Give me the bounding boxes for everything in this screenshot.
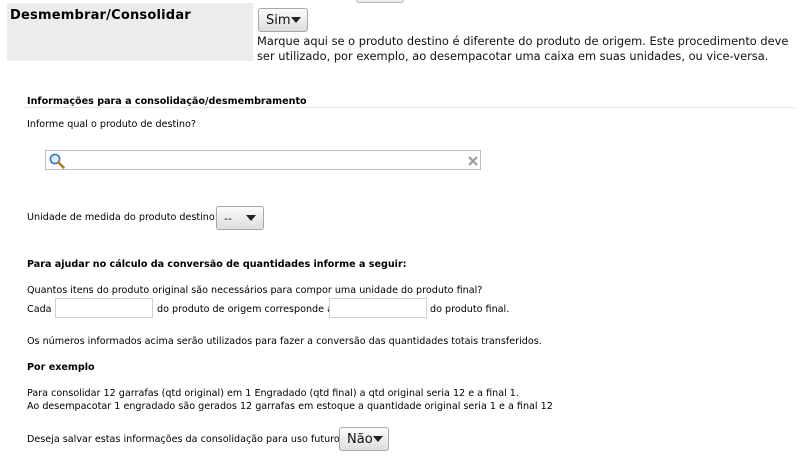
field-help-text: Marque aqui se o produto destino é difer… bbox=[257, 34, 789, 63]
final-quantity-input[interactable] bbox=[329, 298, 427, 318]
final-product-label: do produto final. bbox=[430, 304, 510, 315]
unit-label: Unidade de medida do produto destino: bbox=[27, 212, 218, 223]
origin-corresponds-label: do produto de origem corresponde a bbox=[157, 304, 333, 315]
desmembrar-select[interactable]: Sim bbox=[258, 8, 308, 32]
conversion-note: Os números informados acima serão utiliz… bbox=[27, 336, 542, 347]
field-title: Desmembrar/Consolidar bbox=[10, 8, 191, 23]
conversion-heading: Para ajudar no cálculo da conversão de q… bbox=[27, 259, 407, 270]
desmembrar-select-value: Sim bbox=[266, 12, 291, 28]
save-select[interactable]: Não bbox=[339, 427, 389, 451]
top-cut-off-button[interactable] bbox=[356, 0, 404, 3]
unit-select-value: -- bbox=[224, 211, 232, 225]
chevron-down-icon bbox=[290, 17, 301, 23]
example-heading: Por exemplo bbox=[27, 362, 95, 373]
example-line-2: Ao desempacotar 1 engradado são gerados … bbox=[27, 401, 553, 412]
example-line-1: Para consolidar 12 garrafas (qtd origina… bbox=[27, 388, 519, 399]
chevron-down-icon bbox=[372, 436, 383, 442]
dest-product-search-input[interactable] bbox=[45, 150, 481, 170]
save-question: Deseja salvar estas informações da conso… bbox=[27, 434, 345, 445]
dest-product-question: Informe qual o produto de destino? bbox=[27, 119, 196, 130]
origin-quantity-input[interactable] bbox=[55, 298, 153, 318]
save-select-value: Não bbox=[347, 431, 373, 447]
chevron-down-icon bbox=[246, 215, 256, 221]
unit-select[interactable]: -- bbox=[216, 206, 264, 230]
clear-icon[interactable] bbox=[467, 155, 479, 167]
cada-label: Cada bbox=[27, 304, 52, 315]
conversion-question: Quantos itens do produto original são ne… bbox=[27, 285, 483, 296]
section-divider bbox=[25, 107, 795, 108]
consolidation-heading: Informações para a consolidação/desmembr… bbox=[27, 96, 307, 107]
search-icon bbox=[49, 153, 65, 169]
